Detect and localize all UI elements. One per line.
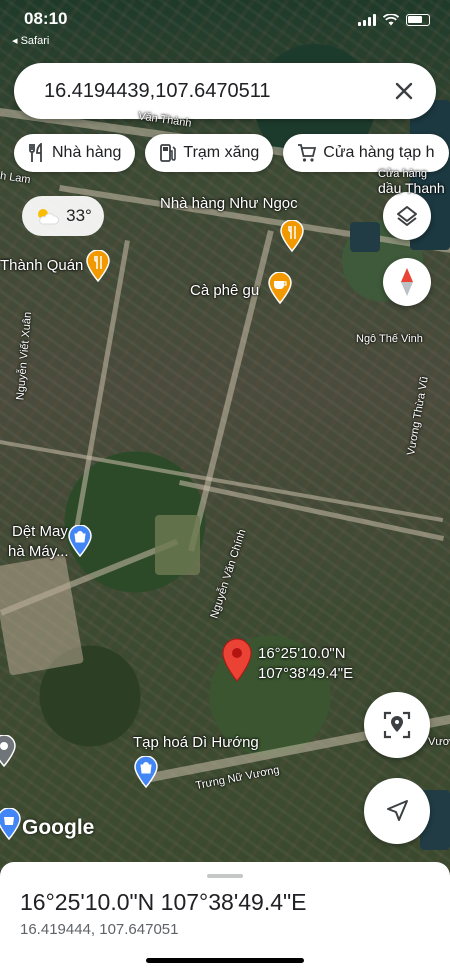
battery-icon bbox=[406, 14, 430, 26]
chip-label: Nhà hàng bbox=[52, 144, 122, 161]
google-logo: Google bbox=[22, 816, 95, 839]
sheet-drag-handle[interactable] bbox=[207, 874, 243, 878]
directions-button[interactable] bbox=[364, 778, 430, 844]
dropped-pin-icon[interactable] bbox=[221, 638, 253, 682]
search-bar[interactable]: 16.4194439,107.6470511 bbox=[14, 63, 436, 119]
place-title: 16°25'10.0"N 107°38'49.4"E bbox=[20, 889, 307, 915]
category-chips: Nhà hàng Trạm xăng Cửa hàng tạp h bbox=[14, 134, 449, 172]
shopping-pin-icon[interactable] bbox=[134, 756, 158, 788]
wifi-icon bbox=[383, 14, 399, 26]
gas-pump-icon bbox=[160, 144, 177, 162]
poi-label: dầu Thanh bbox=[378, 180, 445, 196]
restaurant-pin-icon[interactable] bbox=[86, 250, 110, 282]
location-focus-icon bbox=[383, 711, 411, 739]
weather-badge[interactable]: 33° bbox=[22, 196, 104, 236]
layers-icon bbox=[397, 206, 417, 226]
poi-label: Cửa hàng bbox=[378, 168, 427, 180]
chip-label: Cửa hàng tạp h bbox=[323, 144, 435, 161]
status-time: 08:10 bbox=[24, 9, 68, 28]
place-coordinates: 16.419444, 107.647051 bbox=[20, 921, 179, 938]
chip-gas-stations[interactable]: Trạm xăng bbox=[145, 134, 274, 172]
layers-button[interactable] bbox=[383, 192, 431, 240]
clear-search-button[interactable] bbox=[390, 77, 418, 105]
navigation-arrow-icon bbox=[387, 800, 408, 821]
poi-label-textile[interactable]: Dệt May bbox=[12, 523, 68, 540]
shopping-pin-icon[interactable] bbox=[0, 808, 21, 840]
pin-coordinate-lng: 107°38'49.4"E bbox=[258, 665, 354, 682]
location-pin-icon[interactable] bbox=[0, 735, 16, 767]
restaurant-pin-icon[interactable] bbox=[280, 220, 304, 252]
cellular-signal-icon bbox=[358, 14, 376, 26]
chip-grocery[interactable]: Cửa hàng tạp h bbox=[283, 134, 449, 172]
close-icon bbox=[395, 82, 413, 100]
poi-label-cafe[interactable]: Cà phê gu bbox=[190, 282, 259, 299]
fork-knife-icon bbox=[29, 143, 42, 162]
home-indicator[interactable] bbox=[146, 958, 304, 963]
compass-icon bbox=[401, 268, 413, 296]
street-label: Vươ bbox=[428, 736, 450, 748]
place-bottom-sheet[interactable]: 16°25'10.0"N 107°38'49.4"E 16.419444, 10… bbox=[0, 862, 450, 974]
pin-coordinate-lat: 16°25'10.0"N bbox=[258, 645, 346, 662]
status-bar: 08:10 ◂ Safari bbox=[0, 0, 450, 50]
shopping-pin-icon[interactable] bbox=[68, 525, 92, 557]
poi-label-restaurant[interactable]: Thành Quán bbox=[0, 257, 83, 274]
search-input[interactable]: 16.4194439,107.6470511 bbox=[44, 80, 390, 103]
weather-temp: 33° bbox=[66, 206, 92, 225]
poi-label-textile[interactable]: hà Máy... bbox=[8, 543, 69, 560]
recenter-location-button[interactable] bbox=[364, 692, 430, 758]
partly-sunny-icon bbox=[38, 209, 60, 225]
cart-icon bbox=[298, 144, 317, 162]
poi-label-restaurant[interactable]: Nhà hàng Như Ngọc bbox=[160, 195, 298, 212]
chip-label: Trạm xăng bbox=[183, 144, 260, 161]
back-to-safari-link[interactable]: ◂ Safari bbox=[12, 34, 49, 47]
cafe-pin-icon[interactable] bbox=[268, 272, 292, 304]
chip-restaurants[interactable]: Nhà hàng bbox=[14, 134, 136, 172]
compass-button[interactable] bbox=[383, 258, 431, 306]
poi-label-store[interactable]: Tạp hoá Dì Hướng bbox=[133, 734, 259, 751]
street-label: Ngô Thế Vinh bbox=[356, 333, 423, 345]
